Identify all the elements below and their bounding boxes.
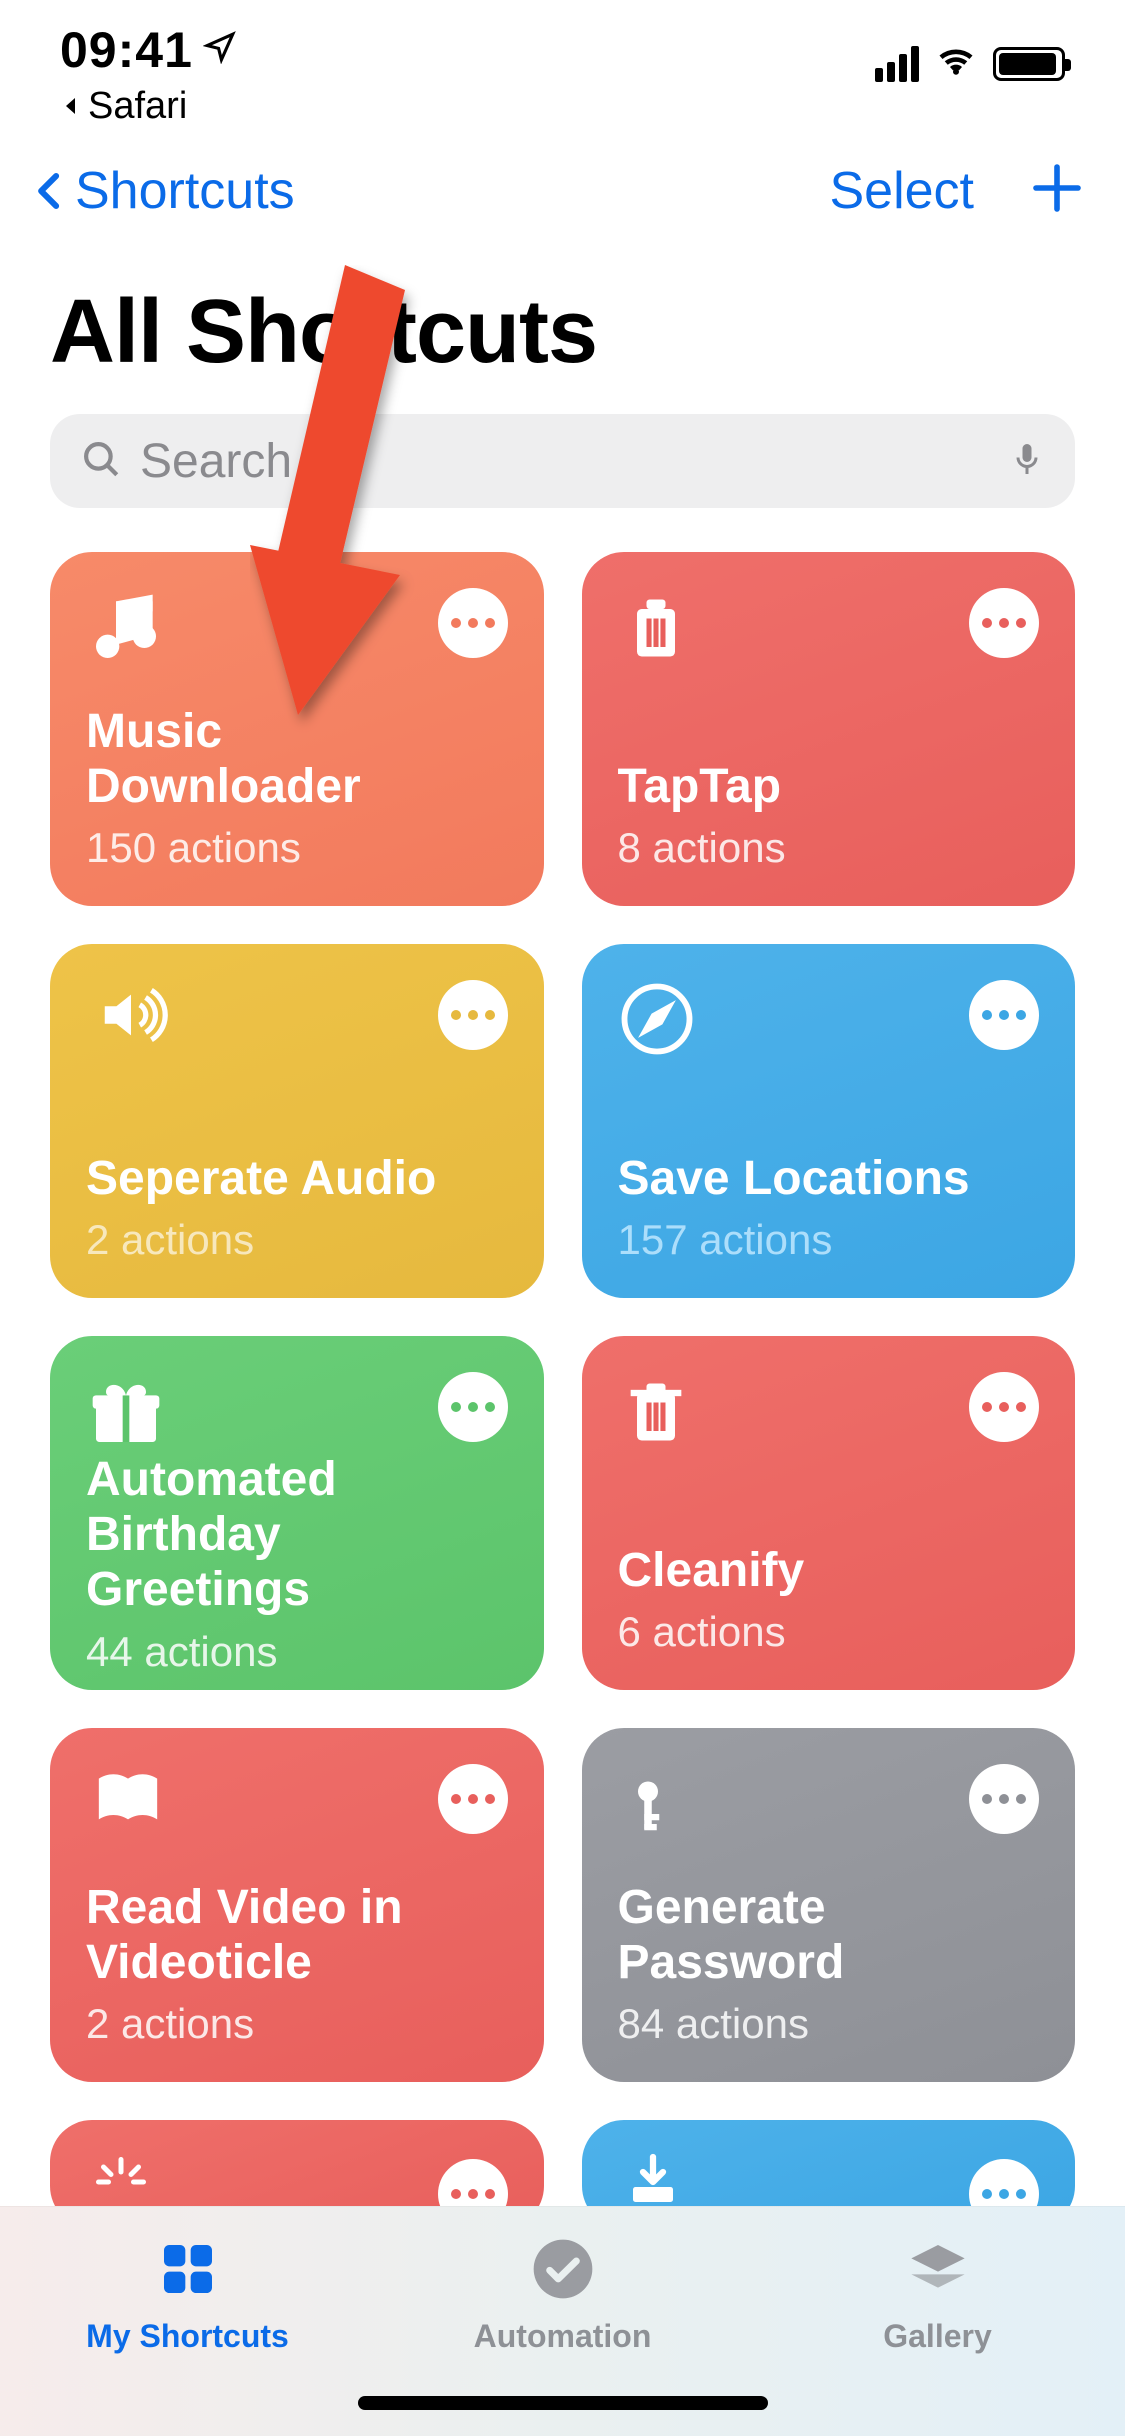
ellipsis-icon	[982, 2189, 1026, 2199]
back-button[interactable]: Shortcuts	[28, 161, 295, 221]
gift-icon	[86, 1372, 166, 1452]
wifi-icon	[933, 44, 979, 85]
ellipsis-icon	[451, 1402, 495, 1412]
card-title: Save Locations	[618, 1151, 1040, 1206]
ellipsis-icon	[451, 1794, 495, 1804]
search-field[interactable]	[50, 414, 1075, 508]
ellipsis-icon	[451, 2189, 495, 2199]
trash-icon	[618, 1372, 698, 1452]
tab-label: Gallery	[883, 2318, 992, 2355]
shortcut-card-generate-password[interactable]: Generate Password 84 actions	[582, 1728, 1076, 2082]
shortcut-card-taptap[interactable]: TapTap 8 actions	[582, 552, 1076, 906]
shortcut-card-birthday-greetings[interactable]: Automated Birthday Greetings 44 actions	[50, 1336, 544, 1690]
nav-bar: Shortcuts Select	[0, 130, 1125, 241]
card-subtitle: 44 actions	[86, 1628, 508, 1676]
card-subtitle: 157 actions	[618, 1216, 1040, 1264]
card-title: Music Downloader	[86, 704, 508, 814]
ellipsis-icon	[451, 618, 495, 628]
more-button[interactable]	[969, 1372, 1039, 1442]
tab-my-shortcuts[interactable]: My Shortcuts	[2, 2237, 373, 2355]
tab-bar: My Shortcuts Automation Gallery	[0, 2206, 1125, 2436]
tab-label: My Shortcuts	[86, 2318, 289, 2355]
tab-automation[interactable]: Automation	[377, 2237, 748, 2355]
grid-icon	[156, 2237, 220, 2306]
ellipsis-icon	[982, 1010, 1026, 1020]
select-button[interactable]: Select	[829, 161, 974, 221]
page-title: All Shortcuts	[0, 241, 1125, 414]
card-title: Cleanify	[618, 1543, 1040, 1598]
back-label: Shortcuts	[75, 161, 295, 221]
trash-icon	[618, 588, 698, 668]
shortcut-card-save-locations[interactable]: Save Locations 157 actions	[582, 944, 1076, 1298]
more-button[interactable]	[438, 588, 508, 658]
shortcut-card-seperate-audio[interactable]: Seperate Audio 2 actions	[50, 944, 544, 1298]
status-bar: 09:41 Safari	[0, 0, 1125, 130]
speaker-icon	[86, 980, 166, 1060]
more-button[interactable]	[438, 1764, 508, 1834]
music-note-icon	[86, 588, 166, 668]
more-button[interactable]	[969, 588, 1039, 658]
card-subtitle: 2 actions	[86, 1216, 508, 1264]
card-title: Read Video in Videoticle	[86, 1880, 508, 1990]
more-button[interactable]	[969, 980, 1039, 1050]
status-back-to-app[interactable]: Safari	[60, 85, 237, 128]
card-subtitle: 150 actions	[86, 824, 508, 872]
search-input[interactable]	[140, 434, 991, 489]
location-icon	[203, 30, 237, 69]
status-right	[875, 44, 1065, 85]
more-button[interactable]	[438, 1372, 508, 1442]
shortcuts-grid: Music Downloader 150 actions TapTap 8 ac…	[0, 508, 1125, 2228]
compass-icon	[618, 980, 698, 1060]
card-title: Seperate Audio	[86, 1151, 508, 1206]
add-button[interactable]	[1029, 160, 1085, 221]
plus-icon	[1029, 160, 1085, 216]
battery-icon	[993, 47, 1065, 81]
card-subtitle: 2 actions	[86, 2000, 508, 2048]
home-indicator[interactable]	[358, 2396, 768, 2410]
card-title: TapTap	[618, 759, 1040, 814]
ellipsis-icon	[451, 1010, 495, 1020]
search-icon	[80, 438, 122, 485]
shortcut-card-cleanify[interactable]: Cleanify 6 actions	[582, 1336, 1076, 1690]
tab-gallery[interactable]: Gallery	[752, 2237, 1123, 2355]
card-subtitle: 84 actions	[618, 2000, 1040, 2048]
dictation-icon[interactable]	[1009, 436, 1045, 487]
card-title: Automated Birthday Greetings	[86, 1452, 508, 1618]
shortcut-card-music-downloader[interactable]: Music Downloader 150 actions	[50, 552, 544, 906]
more-button[interactable]	[969, 1764, 1039, 1834]
tab-label: Automation	[474, 2318, 652, 2355]
ellipsis-icon	[982, 618, 1026, 628]
book-icon	[86, 1764, 166, 1844]
shortcut-card-read-video[interactable]: Read Video in Videoticle 2 actions	[50, 1728, 544, 2082]
card-subtitle: 8 actions	[618, 824, 1040, 872]
ellipsis-icon	[982, 1794, 1026, 1804]
chevron-left-icon	[28, 161, 73, 221]
back-triangle-icon	[60, 90, 84, 122]
clock-check-icon	[531, 2237, 595, 2306]
status-back-app-label: Safari	[88, 85, 187, 128]
key-icon	[618, 1764, 698, 1844]
more-button[interactable]	[438, 980, 508, 1050]
card-title: Generate Password	[618, 1880, 1040, 1990]
card-subtitle: 6 actions	[618, 1608, 1040, 1656]
ellipsis-icon	[982, 1402, 1026, 1412]
status-left: 09:41 Safari	[60, 21, 237, 128]
status-time: 09:41	[60, 21, 193, 79]
cellular-icon	[875, 46, 919, 82]
layers-icon	[906, 2237, 970, 2306]
